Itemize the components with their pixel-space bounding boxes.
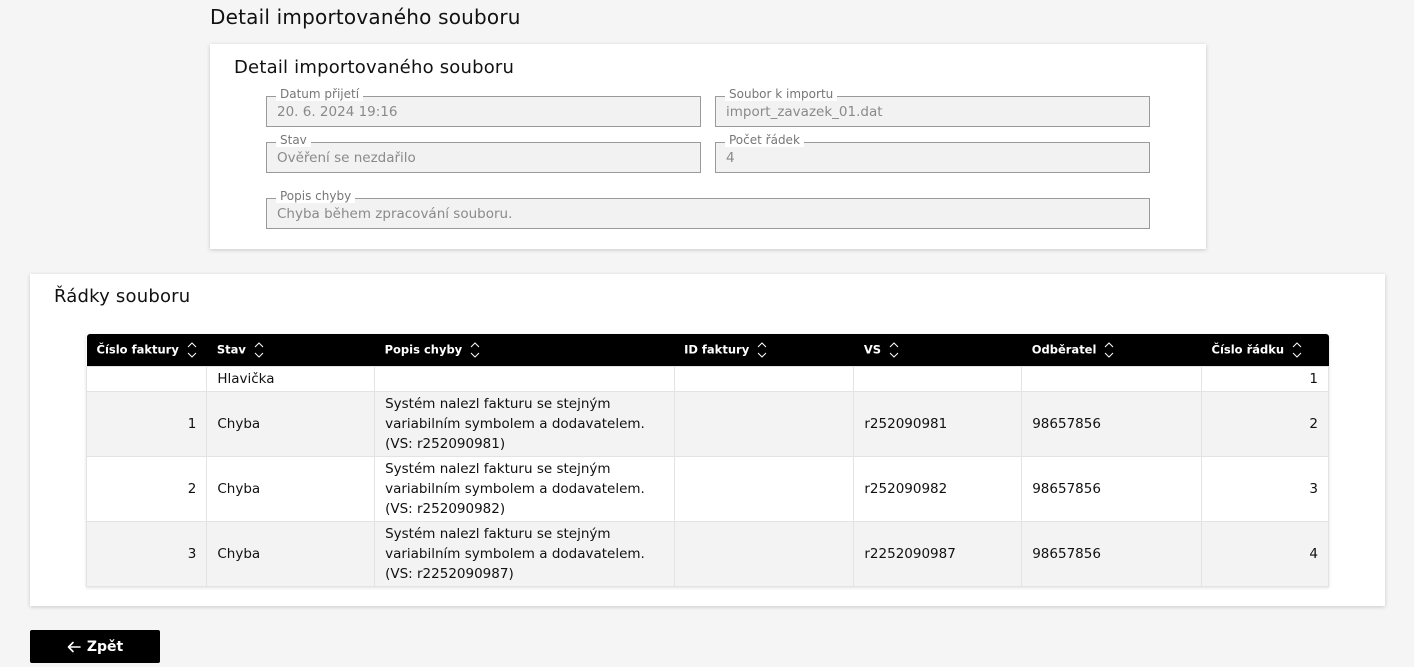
cell-odberatel: 98657856 <box>1021 390 1202 457</box>
column-header-popis-chyby[interactable]: Popis chyby <box>374 334 675 366</box>
cell-popis-chyby <box>374 365 675 392</box>
column-header-stav[interactable]: Stav <box>206 334 375 366</box>
pocet-radek-field[interactable]: Počet řádek 4 <box>715 133 1150 173</box>
cell-cislo-faktury: 1 <box>85 390 208 457</box>
popis-line: variabilním symbolem a dodavatelem. <box>385 545 645 562</box>
cell-id-faktury <box>673 365 855 392</box>
cell-odberatel <box>1021 365 1202 392</box>
sort-icon[interactable] <box>1104 340 1114 360</box>
sort-icon[interactable] <box>254 340 264 360</box>
column-header-id-faktury[interactable]: ID faktury <box>674 334 854 366</box>
rows-card-title: Řádky souboru <box>54 286 191 307</box>
column-header-label: ID faktury <box>684 342 750 357</box>
column-header-label: Odběratel <box>1031 342 1097 357</box>
datum-prijeti-value: 20. 6. 2024 19:16 <box>277 104 398 120</box>
cell-vs <box>853 365 1023 392</box>
pocet-radek-label: Počet řádek <box>725 133 804 147</box>
cell-odberatel: 98657856 <box>1021 455 1202 522</box>
datum-prijeti-field[interactable]: Datum přijetí 20. 6. 2024 19:16 <box>266 87 701 127</box>
cell-cislo-radku: 3 <box>1201 455 1329 522</box>
cell-cislo-faktury <box>85 365 208 392</box>
table-header-row: Číslo faktury Stav Popis chyby ID faktur… <box>86 334 1329 366</box>
back-button[interactable]: Zpět <box>30 630 160 663</box>
file-rows-table: Číslo faktury Stav Popis chyby ID faktur… <box>85 334 1329 587</box>
popis-line: variabilním symbolem a dodavatelem. <box>385 415 645 432</box>
cell-id-faktury <box>673 455 855 522</box>
cell-cislo-faktury: 3 <box>85 520 208 587</box>
column-header-label: Číslo faktury <box>96 342 179 357</box>
popis-line: Systém nalezl fakturu se stejným <box>385 395 611 412</box>
soubor-k-importu-label: Soubor k importu <box>725 87 838 101</box>
cell-stav: Hlavička <box>206 365 376 392</box>
popis-chyby-label: Popis chyby <box>276 189 356 203</box>
file-rows-card: Řádky souboru Číslo faktury Stav Popis c… <box>30 274 1385 606</box>
stav-field[interactable]: Stav Ověření se nezdařilo <box>266 133 701 173</box>
popis-line: variabilním symbolem a dodavatelem. <box>385 480 645 497</box>
sort-icon[interactable] <box>470 340 480 360</box>
cell-id-faktury <box>673 390 855 457</box>
cell-stav: Chyba <box>206 390 376 457</box>
stav-value: Ověření se nezdařilo <box>277 150 416 166</box>
cell-cislo-faktury: 2 <box>85 455 208 522</box>
table-row[interactable]: Hlavička 1 <box>85 365 1329 392</box>
column-header-vs[interactable]: VS <box>853 334 1022 366</box>
cell-popis-chyby: Systém nalezl fakturu se stejným variabil… <box>374 520 675 587</box>
popis-line: Systém nalezl fakturu se stejným <box>385 525 611 542</box>
popis-chyby-field[interactable]: Popis chyby Chyba během zpracování soubo… <box>266 189 1150 229</box>
popis-line: (VS: r252090981) <box>385 435 506 452</box>
cell-id-faktury <box>673 520 855 587</box>
sort-icon[interactable] <box>889 340 899 360</box>
sort-icon[interactable] <box>757 340 767 360</box>
column-header-label: Číslo řádku <box>1211 342 1285 357</box>
column-header-cislo-faktury[interactable]: Číslo faktury <box>86 334 207 366</box>
column-header-odberatel[interactable]: Odběratel <box>1021 334 1202 366</box>
table-row[interactable]: 1 Chyba Systém nalezl fakturu se stejným… <box>85 390 1329 457</box>
sort-icon[interactable] <box>1292 340 1302 360</box>
column-header-label: Popis chyby <box>384 342 463 357</box>
file-detail-card: Detail importovaného souboru Datum přije… <box>210 44 1206 249</box>
table-row[interactable]: 3 Chyba Systém nalezl fakturu se stejným… <box>85 520 1329 587</box>
popis-line: (VS: r252090982) <box>385 500 506 517</box>
popis-line: (VS: r2252090987) <box>385 565 514 582</box>
cell-popis-chyby: Systém nalezl fakturu se stejným variabil… <box>374 390 675 457</box>
datum-prijeti-label: Datum přijetí <box>276 87 364 101</box>
column-header-label: Stav <box>216 342 246 357</box>
cell-vs: r252090982 <box>853 455 1023 522</box>
column-header-cislo-radku[interactable]: Číslo řádku <box>1201 334 1329 366</box>
pocet-radek-value: 4 <box>726 150 735 166</box>
back-button-label: Zpět <box>86 638 124 655</box>
sort-icon[interactable] <box>187 340 197 360</box>
column-header-label: VS <box>863 342 882 357</box>
cell-odberatel: 98657856 <box>1021 520 1202 587</box>
cell-cislo-radku: 1 <box>1201 365 1329 392</box>
popis-line: Systém nalezl fakturu se stejným <box>385 460 611 477</box>
soubor-k-importu-field[interactable]: Soubor k importu import_zavazek_01.dat <box>715 87 1150 127</box>
detail-card-title: Detail importovaného souboru <box>234 57 515 78</box>
cell-popis-chyby: Systém nalezl fakturu se stejným variabil… <box>374 455 675 522</box>
cell-stav: Chyba <box>206 455 376 522</box>
cell-cislo-radku: 2 <box>1201 390 1329 457</box>
cell-vs: r2252090987 <box>853 520 1023 587</box>
stav-label: Stav <box>276 133 311 147</box>
table-row[interactable]: 2 Chyba Systém nalezl fakturu se stejným… <box>85 455 1329 522</box>
cell-vs: r252090981 <box>853 390 1023 457</box>
soubor-k-importu-value: import_zavazek_01.dat <box>726 104 883 120</box>
arrow-left-icon <box>67 640 81 654</box>
cell-stav: Chyba <box>206 520 376 587</box>
page-title: Detail importovaného souboru <box>210 5 521 29</box>
cell-cislo-radku: 4 <box>1201 520 1329 587</box>
popis-chyby-value: Chyba během zpracování souboru. <box>277 206 513 222</box>
